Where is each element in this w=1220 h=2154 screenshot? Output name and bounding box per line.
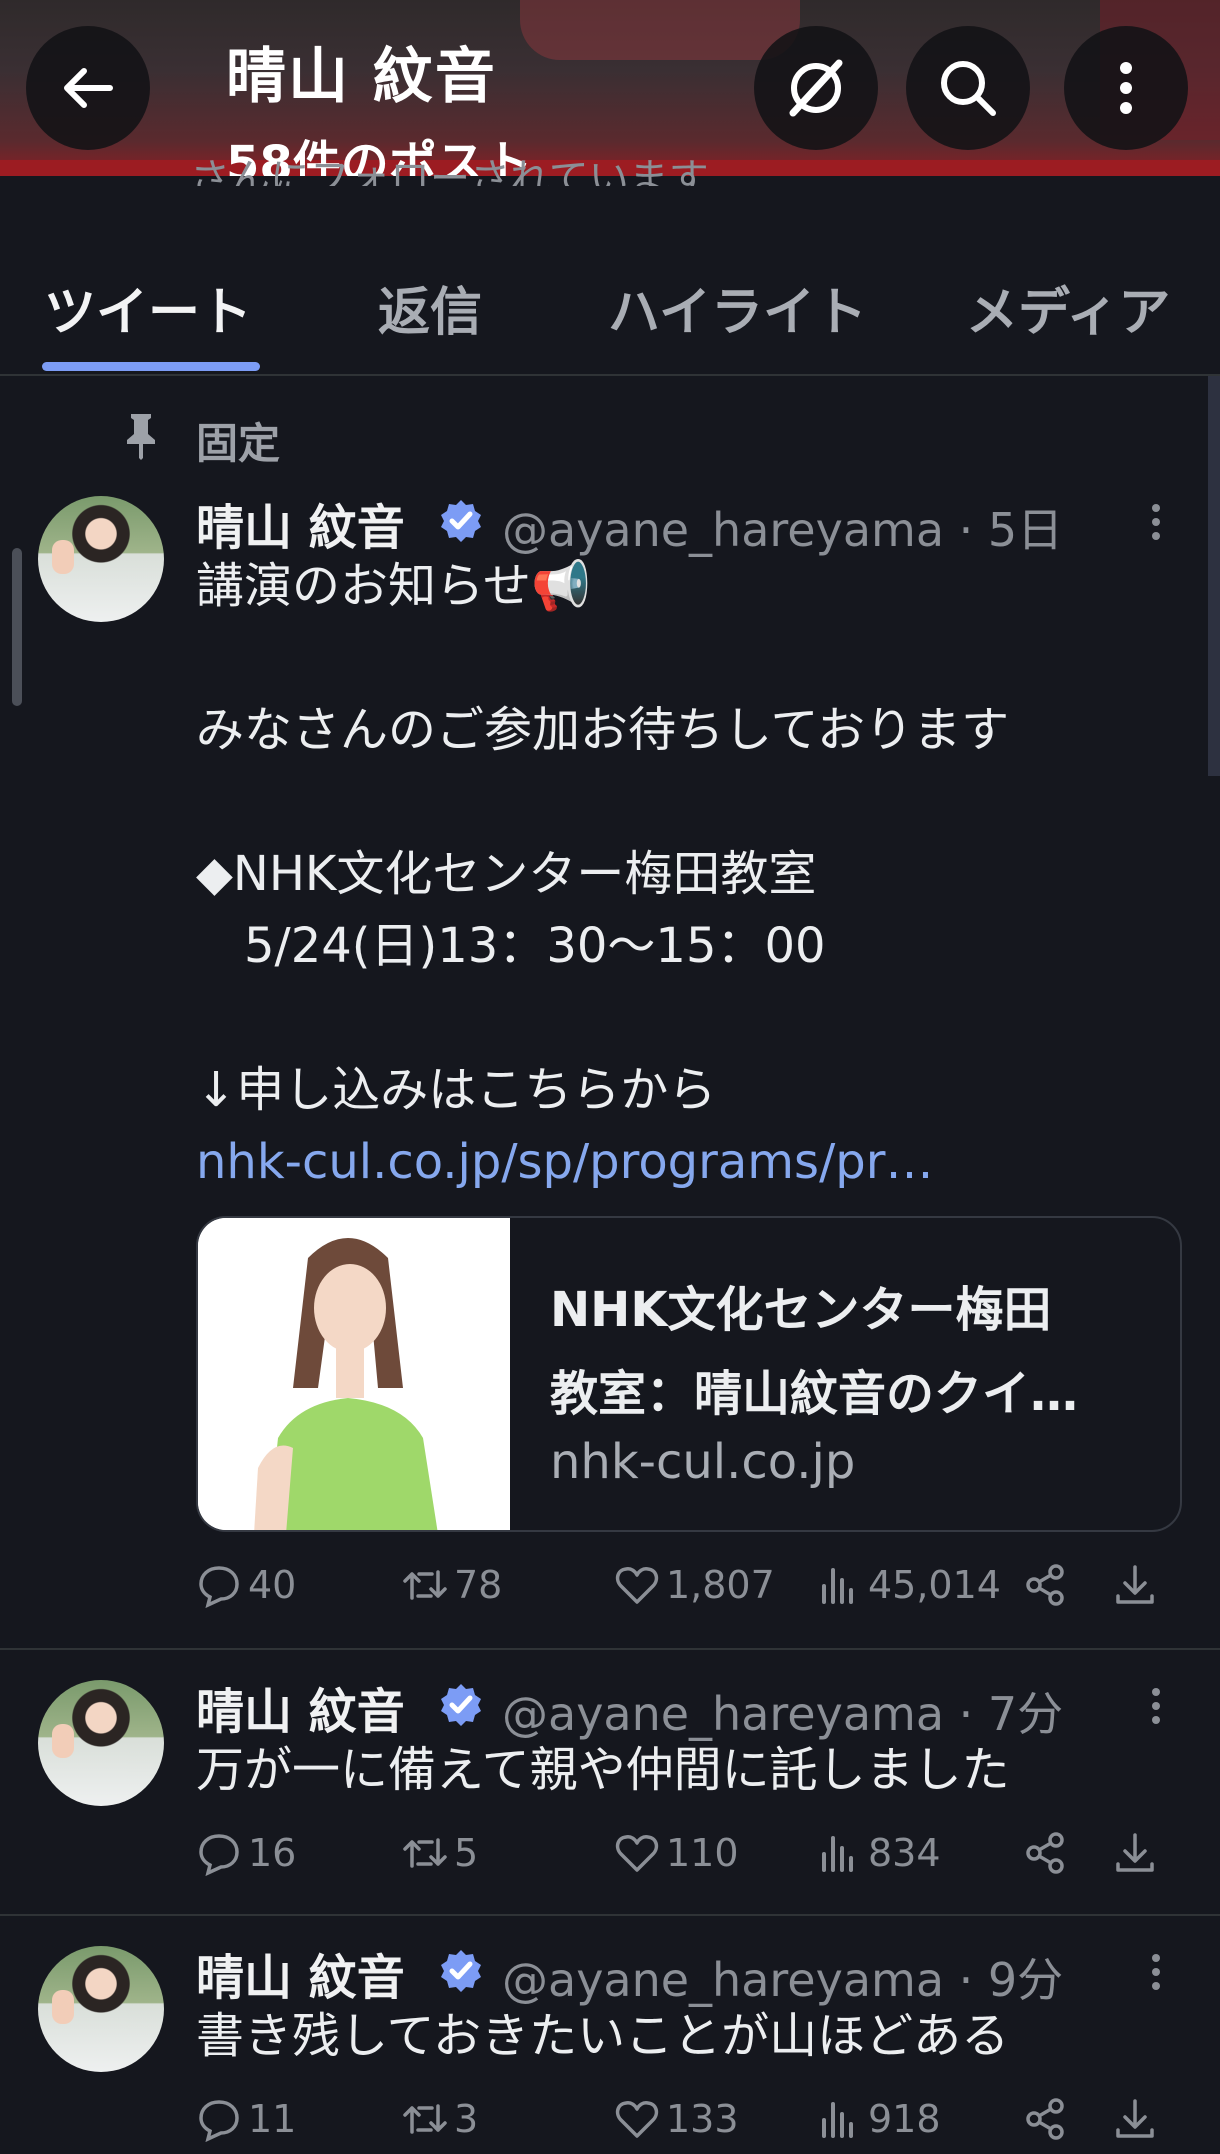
- reply-button[interactable]: 11: [196, 2096, 296, 2142]
- like-count: 1,807: [666, 1563, 775, 1607]
- banner-image: [520, 0, 800, 60]
- scrollbar[interactable]: [1208, 376, 1220, 776]
- verified-badge-icon: [441, 500, 481, 542]
- tweet-menu-icon[interactable]: [1148, 1686, 1164, 1726]
- retweet-button[interactable]: 78: [402, 1562, 502, 1608]
- more-vertical-icon: [1120, 62, 1132, 114]
- view-count: 918: [868, 2097, 941, 2141]
- tab-replies[interactable]: 返信: [378, 270, 482, 345]
- like-button[interactable]: 1,807: [614, 1562, 775, 1608]
- share-icon: [1026, 2098, 1064, 2140]
- avatar[interactable]: [38, 1946, 164, 2072]
- share-button[interactable]: [1022, 1830, 1074, 1876]
- retweet-icon: [403, 1570, 447, 1600]
- profile-tabs: ツイート 返信 ハイライト メディア: [0, 250, 1220, 376]
- view-count: 834: [868, 1831, 941, 1875]
- like-button[interactable]: 110: [614, 1830, 739, 1876]
- tweet-body: 書き残しておきたいことが山ほどある: [196, 2008, 1010, 2064]
- heart-icon: [615, 1567, 659, 1604]
- retweet-count: 78: [454, 1563, 503, 1607]
- views-button[interactable]: 918: [816, 2096, 941, 2142]
- reply-count: 40: [248, 1563, 297, 1607]
- card-domain: nhk-cul.co.jp: [550, 1434, 856, 1490]
- reply-button[interactable]: 16: [196, 1830, 296, 1876]
- verified-badge-icon: [441, 1950, 481, 1992]
- download-button[interactable]: [1112, 1830, 1164, 1876]
- tweet-divider: [0, 1914, 1220, 1916]
- retweet-button[interactable]: 3: [402, 2096, 478, 2142]
- followed-by-text: さんにフォローされています: [190, 156, 709, 186]
- pinned-label: 固定: [196, 419, 281, 468]
- tweet-actions: 40 78 1,807 45,014: [196, 1562, 1182, 1622]
- analytics-icon: [822, 1568, 853, 1604]
- active-tab-indicator: [42, 362, 260, 371]
- grok-icon: [789, 59, 843, 117]
- analytics-icon: [822, 1836, 853, 1872]
- tweet-menu-icon[interactable]: [1148, 502, 1164, 542]
- reply-icon: [199, 2100, 239, 2142]
- views-button[interactable]: 45,014: [816, 1562, 1001, 1608]
- tab-media[interactable]: メディア: [966, 270, 1170, 345]
- display-name[interactable]: 晴山 紋音: [196, 1938, 405, 2008]
- share-button[interactable]: [1022, 1562, 1074, 1608]
- tab-tweets[interactable]: ツイート: [44, 270, 252, 345]
- scroll-indicator: [12, 548, 22, 706]
- tweet-body: 講演のお知らせ📢 みなさんのご参加お待ちしております ◆NHK文化センター梅田教…: [196, 550, 1009, 1198]
- retweet-count: 5: [454, 1831, 479, 1875]
- heart-icon: [615, 1835, 659, 1872]
- like-count: 133: [666, 2097, 739, 2141]
- reply-icon: [199, 1834, 239, 1876]
- tweet-menu-icon[interactable]: [1148, 1952, 1164, 1992]
- avatar[interactable]: [38, 496, 164, 622]
- views-button[interactable]: 834: [816, 1830, 941, 1876]
- tweet-actions: 11 3 133 918: [196, 2096, 1182, 2154]
- grok-button[interactable]: [754, 26, 878, 150]
- download-button[interactable]: [1112, 2096, 1164, 2142]
- tweet-link[interactable]: nhk-cul.co.jp/sp/programs/pr…: [196, 1126, 1009, 1198]
- reply-count: 11: [248, 2097, 297, 2141]
- tab-highlights[interactable]: ハイライト: [608, 270, 867, 345]
- search-button[interactable]: [906, 26, 1030, 150]
- tweet-body: 万が一に備えて親や仲間に託しました: [196, 1742, 1010, 1798]
- header-title: 晴山 紋音: [226, 42, 497, 112]
- reply-button[interactable]: 40: [196, 1562, 296, 1608]
- heart-icon: [615, 2101, 659, 2138]
- download-icon: [1116, 1565, 1154, 1604]
- back-button[interactable]: [26, 26, 150, 150]
- more-button[interactable]: [1064, 26, 1188, 150]
- analytics-icon: [822, 2102, 853, 2138]
- like-button[interactable]: 133: [614, 2096, 739, 2142]
- display-name[interactable]: 晴山 紋音: [196, 488, 405, 558]
- card-title: NHK文化センター梅田 教室：晴山紋音のクイ…: [550, 1282, 1079, 1422]
- display-name[interactable]: 晴山 紋音: [196, 1672, 405, 1742]
- retweet-button[interactable]: 5: [402, 1830, 478, 1876]
- download-icon: [1116, 2099, 1154, 2138]
- share-icon: [1026, 1832, 1064, 1874]
- avatar[interactable]: [38, 1680, 164, 1806]
- tweet-divider: [0, 1648, 1220, 1650]
- reply-count: 16: [248, 1831, 297, 1875]
- pin-icon: [127, 414, 155, 460]
- link-preview-card[interactable]: NHK文化センター梅田 教室：晴山紋音のクイ… nhk-cul.co.jp: [196, 1216, 1182, 1532]
- search-icon: [941, 61, 996, 116]
- share-icon: [1026, 1564, 1064, 1606]
- tweet-actions: 16 5 110 834: [196, 1830, 1182, 1890]
- retweet-count: 3: [454, 2097, 479, 2141]
- retweet-icon: [403, 2104, 447, 2134]
- view-count: 45,014: [868, 1563, 1001, 1607]
- share-button[interactable]: [1022, 2096, 1074, 2142]
- card-thumbnail: [198, 1218, 510, 1530]
- download-icon: [1116, 1833, 1154, 1872]
- like-count: 110: [666, 1831, 739, 1875]
- verified-badge-icon: [441, 1684, 481, 1726]
- download-button[interactable]: [1112, 1562, 1164, 1608]
- reply-icon: [199, 1566, 239, 1608]
- retweet-icon: [403, 1838, 447, 1868]
- arrow-left-icon: [64, 68, 113, 108]
